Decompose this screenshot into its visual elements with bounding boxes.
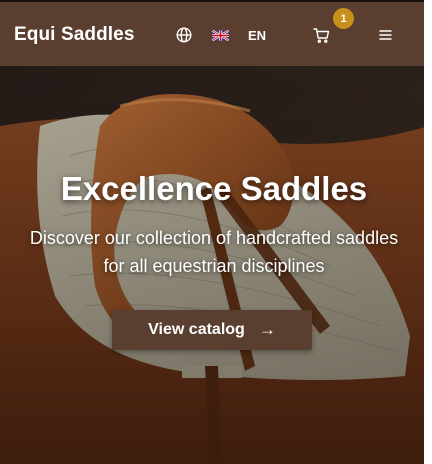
cart-icon[interactable] <box>313 27 330 44</box>
uk-flag-icon[interactable] <box>212 30 229 41</box>
hamburger-menu-icon[interactable] <box>379 29 392 41</box>
window-edge <box>424 0 428 464</box>
arrow-right-icon: → <box>258 320 276 339</box>
cart-count-badge: 1 <box>333 8 354 29</box>
hero-title: Excellence Saddles <box>60 170 368 207</box>
top-header: Equi Saddles EN 1 <box>0 0 428 66</box>
view-catalog-label: View catalog <box>148 321 245 338</box>
language-selector[interactable]: EN <box>248 28 266 43</box>
hero-section: Excellence Saddles Discover our collecti… <box>0 66 428 464</box>
globe-icon[interactable] <box>176 27 192 43</box>
view-catalog-button[interactable]: View catalog → <box>112 310 312 350</box>
page: Equi Saddles EN 1 Excellence Saddles Dis… <box>0 0 428 464</box>
hero-subtitle: Discover our collection of handcrafted s… <box>29 228 399 276</box>
brand-logo-text[interactable]: Equi Saddles <box>14 24 135 46</box>
